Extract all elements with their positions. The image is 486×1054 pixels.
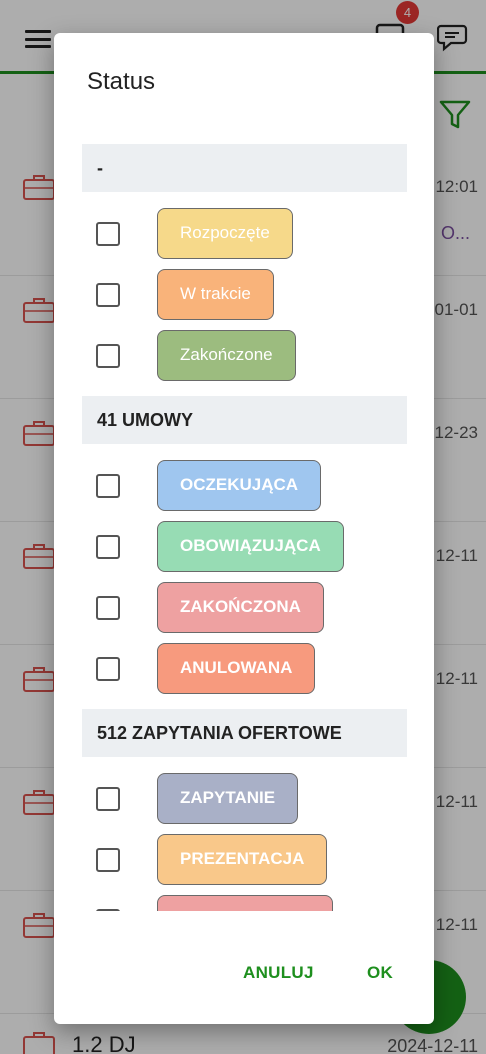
group-header: 512 ZAPYTANIA OFERTOWE	[82, 709, 407, 757]
status-option[interactable]	[54, 895, 434, 911]
status-chip: ZAPYTANIE	[157, 773, 299, 824]
group-header: 41 UMOWY	[82, 396, 407, 444]
status-checkbox[interactable]	[96, 657, 120, 681]
status-checkbox[interactable]	[96, 283, 120, 307]
status-checkbox[interactable]	[96, 222, 120, 246]
dialog-scroll-area[interactable]: - Rozpoczęte W trakcie Zakończone 41 UMO…	[54, 142, 434, 911]
status-option[interactable]: ANULOWANA	[54, 643, 434, 695]
status-chip: W trakcie	[157, 269, 274, 320]
cancel-button[interactable]: ANULUJ	[243, 963, 314, 983]
status-filter-dialog: Status - Rozpoczęte W trakcie Zakończone…	[54, 33, 434, 1024]
status-option[interactable]: Zakończone	[54, 330, 434, 382]
status-checkbox[interactable]	[96, 535, 120, 559]
status-option[interactable]: Rozpoczęte	[54, 208, 434, 260]
status-checkbox[interactable]	[96, 344, 120, 368]
status-chip: OBOWIĄZUJĄCA	[157, 521, 344, 572]
status-option[interactable]: W trakcie	[54, 269, 434, 321]
status-option[interactable]: PREZENTACJA	[54, 834, 434, 886]
status-checkbox[interactable]	[96, 596, 120, 620]
status-chip: PREZENTACJA	[157, 834, 328, 885]
status-checkbox[interactable]	[96, 474, 120, 498]
status-chip: Zakończone	[157, 330, 296, 381]
status-option[interactable]: OBOWIĄZUJĄCA	[54, 521, 434, 573]
status-checkbox[interactable]	[96, 848, 120, 872]
dialog-actions: ANULUJ OK	[54, 963, 434, 1003]
status-option[interactable]: ZAPYTANIE	[54, 773, 434, 825]
status-chip: ZAKOŃCZONA	[157, 582, 324, 633]
status-chip: Rozpoczęte	[157, 208, 293, 259]
status-option[interactable]: ZAKOŃCZONA	[54, 582, 434, 634]
status-chip: ANULOWANA	[157, 643, 316, 694]
status-option[interactable]: OCZEKUJĄCA	[54, 460, 434, 512]
status-checkbox[interactable]	[96, 909, 120, 911]
group-header: -	[82, 144, 407, 192]
status-checkbox[interactable]	[96, 787, 120, 811]
ok-button[interactable]: OK	[367, 963, 393, 983]
dialog-title: Status	[87, 68, 156, 95]
status-chip: OCZEKUJĄCA	[157, 460, 322, 511]
status-chip	[157, 895, 333, 911]
